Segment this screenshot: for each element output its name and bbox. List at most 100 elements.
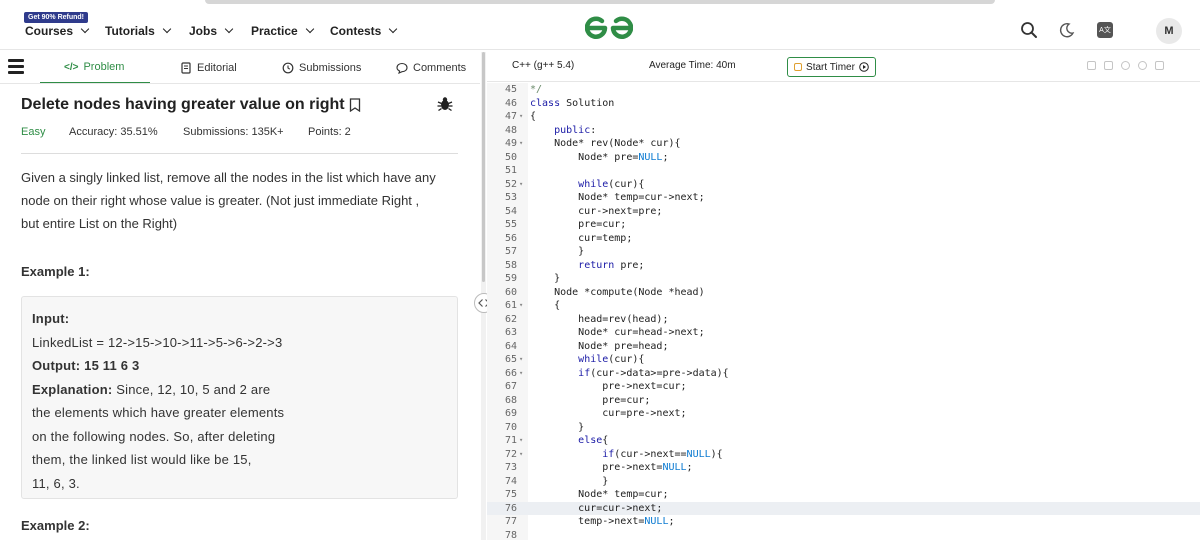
fold-arrow-icon[interactable]: ▾ [519,110,527,124]
dark-mode-icon[interactable] [1056,19,1078,41]
code-line[interactable]: 70 } [487,421,1200,435]
fold-arrow-icon[interactable]: ▾ [519,137,527,151]
translate-icon[interactable]: A文 [1094,19,1116,41]
nav-contests[interactable]: Contests [330,24,398,38]
line-number: 70 [504,421,517,433]
tab-comments[interactable]: Comments [396,52,466,84]
example-explanation: Explanation: Since, 12, 10, 5 and 2 are [32,378,447,402]
code-line[interactable]: 74 } [487,475,1200,489]
code-line[interactable]: 67 pre->next=cur; [487,380,1200,394]
line-number: 74 [504,475,517,487]
line-number: 76 [504,502,517,514]
site-header: Get 90% Refund! Courses Tutorials Jobs P… [0,5,1200,50]
tab-editorial[interactable]: Editorial [180,52,237,84]
nav-courses[interactable]: Courses [25,24,90,38]
nav-practice[interactable]: Practice [251,24,314,38]
code-line[interactable]: 48 public: [487,124,1200,138]
code-text: { [530,300,561,311]
fold-arrow-icon[interactable]: ▾ [519,367,527,381]
line-number: 71 [504,435,517,446]
avatar[interactable]: M [1156,18,1182,44]
code-line[interactable]: 55 pre=cur; [487,218,1200,232]
code-line[interactable]: 78 [487,529,1200,540]
line-number: 50 [504,151,517,163]
code-line[interactable]: 46 class Solution [487,97,1200,111]
code-line[interactable]: 57 } [487,245,1200,259]
menu-icon[interactable] [8,59,24,75]
language-select[interactable]: C++ (g++ 5.4) [512,60,574,71]
scrollbar-thumb[interactable] [482,52,485,282]
play-icon [859,62,869,72]
nav-label: Contests [330,24,382,38]
fold-arrow-icon[interactable]: ▾ [519,434,527,448]
start-timer-button[interactable]: Start Timer [787,57,876,77]
code-line[interactable]: 73 pre->next=NULL; [487,461,1200,475]
bug-report-icon[interactable] [436,95,454,113]
code-line[interactable]: 51 [487,164,1200,178]
description-line: Given a singly linked list, remove all t… [21,170,436,185]
code-line[interactable]: 75 Node* temp=cur; [487,488,1200,502]
code-line[interactable]: 47 ▾{ [487,110,1200,124]
code-line[interactable]: 69 cur=pre->next; [487,407,1200,421]
import-icon[interactable] [1104,61,1113,70]
code-line[interactable]: 71 ▾ else{ [487,434,1200,448]
code-line[interactable]: 54 cur->next=pre; [487,205,1200,219]
fold-arrow-icon[interactable]: ▾ [519,353,527,367]
timer-label: Start Timer [806,61,855,73]
code-line[interactable]: 52 ▾ while(cur){ [487,178,1200,192]
code-line[interactable]: 50 Node* pre=NULL; [487,151,1200,165]
code-line[interactable]: 64 Node* pre=head; [487,340,1200,354]
code-line[interactable]: 77 temp->next=NULL; [487,515,1200,529]
code-line[interactable]: 65 ▾ while(cur){ [487,353,1200,367]
line-number: 78 [504,529,517,540]
code-line[interactable]: 63 Node* cur=head->next; [487,326,1200,340]
code-editor[interactable]: 45 */46 class Solution 47 ▾{48 public: 49 ▾ No… [487,83,1200,540]
fold-arrow-icon[interactable]: ▾ [519,448,527,462]
code-line[interactable]: 45 */ [487,83,1200,97]
code-line[interactable]: 76 cur=cur->next; [487,501,1200,515]
line-number: 49 [504,138,517,149]
tab-label: Editorial [197,62,237,74]
tab-submissions[interactable]: Submissions [282,52,361,84]
line-number: 51 [504,165,517,176]
line-number: 73 [504,462,517,473]
code-line[interactable]: 59 } [487,272,1200,286]
explanation-line: them, the linked list would like be 15, [32,452,252,467]
nav-label: Courses [25,24,74,38]
code-line[interactable]: 56 cur=temp; [487,232,1200,246]
settings-icon[interactable] [1121,61,1130,70]
chevron-down-icon [305,24,314,34]
code-line[interactable]: 72 ▾ if(cur->next==NULL){ [487,448,1200,462]
fold-arrow-icon[interactable]: ▾ [519,178,527,192]
fullscreen-icon[interactable] [1155,61,1164,70]
nav-jobs[interactable]: Jobs [189,24,234,38]
line-number: 59 [504,273,517,284]
code-line[interactable]: 62 head=rev(head); [487,313,1200,327]
nav-tutorials[interactable]: Tutorials [105,24,172,38]
accuracy-label: Accuracy: 35.51% [69,126,158,138]
copy-icon[interactable] [1087,61,1096,70]
code-line[interactable]: 49 ▾ Node* rev(Node* cur){ [487,137,1200,151]
line-number: 53 [504,192,517,203]
description-line: but entire List on the Right) [21,216,178,231]
line-number: 61 [504,300,517,311]
code-line[interactable]: 53 Node* temp=cur->next; [487,191,1200,205]
code-text: Node* temp=cur->next; [530,192,705,203]
explanation-line: 11, 6, 3. [32,475,80,491]
line-number: 62 [504,313,517,325]
refund-badge[interactable]: Get 90% Refund! [24,12,89,23]
code-line[interactable]: 61 ▾ { [487,299,1200,313]
bookmark-icon[interactable] [349,98,361,112]
tab-problem[interactable]: </> Problem [40,52,150,84]
line-number: 55 [504,219,517,230]
code-text: } [530,246,585,257]
code-line[interactable]: 66 ▾ if(cur->data>=pre->data){ [487,367,1200,381]
gfg-logo[interactable] [585,15,633,41]
code-line[interactable]: 60 Node *compute(Node *head) [487,286,1200,300]
code-line[interactable]: 68 pre=cur; [487,394,1200,408]
code-text: Node* temp=cur; [530,489,669,500]
search-icon[interactable] [1018,19,1040,41]
code-line[interactable]: 58 return pre; [487,259,1200,273]
reset-icon[interactable] [1138,61,1147,70]
fold-arrow-icon[interactable]: ▾ [519,299,527,313]
